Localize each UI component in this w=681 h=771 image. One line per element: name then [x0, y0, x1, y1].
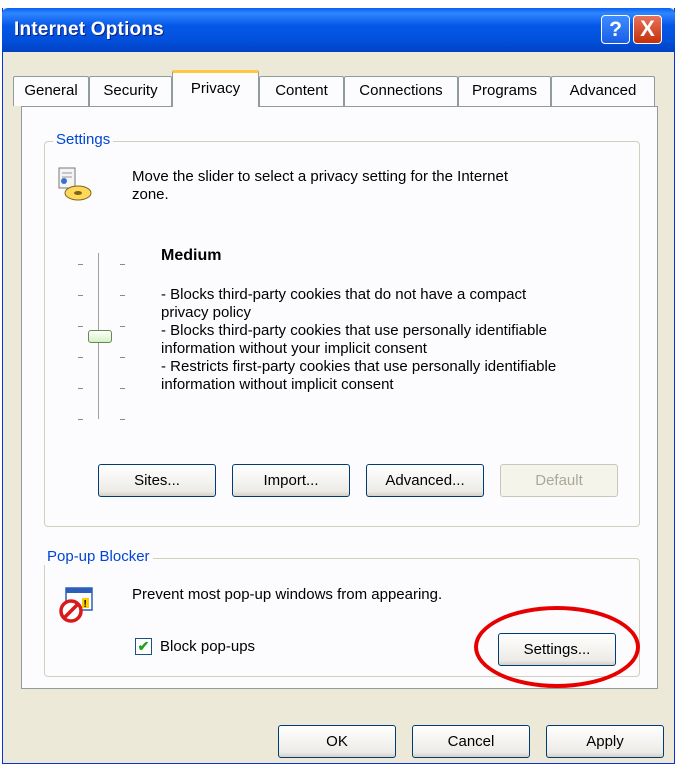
slider-tick [78, 295, 83, 296]
privacy-level-name: Medium [161, 247, 222, 264]
popup-blocker-group-label: Pop-up Blocker [44, 548, 153, 565]
tab-connections[interactable]: Connections [344, 76, 458, 106]
svg-text:!: ! [84, 599, 87, 610]
settings-group-label: Settings [53, 131, 114, 148]
slider-tick [120, 419, 125, 420]
slider-tick [78, 357, 83, 358]
tab-general[interactable]: General [13, 76, 89, 106]
tab-security[interactable]: Security [89, 76, 172, 106]
slider-tick [78, 326, 83, 327]
window-title: Internet Options [14, 19, 164, 40]
popup-blocker-icon: ! [58, 586, 96, 624]
default-button[interactable]: Default [500, 464, 618, 497]
privacy-level-slider-thumb[interactable] [88, 330, 112, 343]
privacy-tab-panel: Settings Move the slider to select a pri… [21, 106, 658, 689]
apply-button[interactable]: Apply [546, 725, 664, 758]
import-button[interactable]: Import... [232, 464, 350, 497]
block-popups-checkbox[interactable]: ✔ [135, 638, 152, 655]
tab-content[interactable]: Content [259, 76, 344, 106]
close-button[interactable]: X [633, 15, 662, 44]
tab-programs[interactable]: Programs [458, 76, 551, 106]
privacy-detail-line: information without your implicit consen… [161, 340, 427, 357]
annotation-highlight-ring [474, 606, 640, 688]
privacy-detail-line: - Restricts first-party cookies that use… [161, 358, 557, 375]
cancel-button[interactable]: Cancel [412, 725, 530, 758]
privacy-detail-line: - Blocks third-party cookies that do not… [161, 286, 527, 303]
block-popups-label[interactable]: Block pop-ups [160, 638, 255, 656]
slider-tick [78, 419, 83, 420]
slider-tick [78, 388, 83, 389]
settings-description-line2: zone. [132, 186, 169, 203]
ok-button[interactable]: OK [278, 725, 396, 758]
popup-description: Prevent most pop-up windows from appeari… [132, 586, 443, 603]
slider-tick [120, 326, 125, 327]
sites-button[interactable]: Sites... [98, 464, 216, 497]
advanced-button[interactable]: Advanced... [366, 464, 484, 497]
privacy-detail-line: - Blocks third-party cookies that use pe… [161, 322, 548, 339]
slider-tick [120, 388, 125, 389]
slider-tick [120, 264, 125, 265]
tab-advanced[interactable]: Advanced [551, 76, 655, 106]
privacy-detail-line: privacy policy [161, 304, 252, 321]
help-button[interactable]: ? [601, 15, 630, 44]
slider-tick [78, 264, 83, 265]
tab-privacy[interactable]: Privacy [172, 70, 259, 107]
slider-tick [120, 295, 125, 296]
slider-tick [120, 357, 125, 358]
privacy-detail-line: information without implicit consent [161, 376, 394, 393]
privacy-zone-icon [56, 166, 92, 202]
title-bar[interactable]: Internet Options ? X [2, 8, 675, 52]
settings-description-line1: Move the slider to select a privacy sett… [132, 168, 509, 185]
